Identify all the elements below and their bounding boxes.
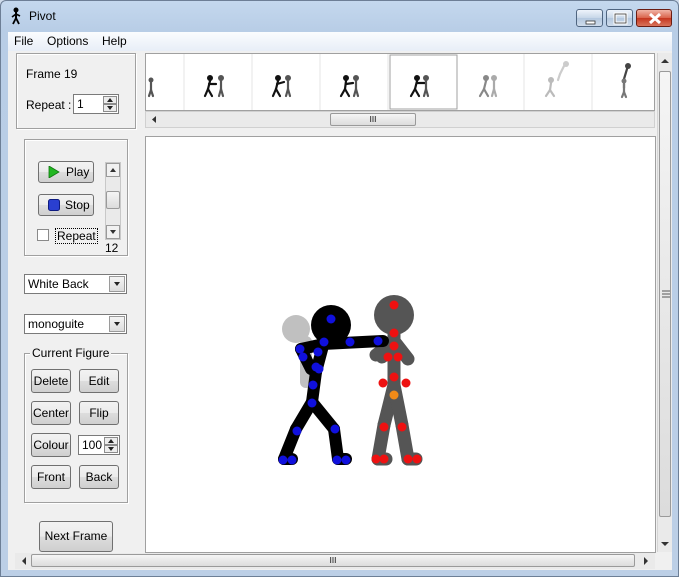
colour-down-button[interactable]: [104, 445, 118, 453]
stop-button[interactable]: Stop: [38, 194, 94, 216]
repeat-label: Repeat :: [26, 98, 72, 112]
thumb-frame-7[interactable]: [544, 61, 569, 98]
pivot-window: Pivot File Options Help Frame 19 Repeat …: [0, 0, 679, 577]
maximize-icon: [613, 12, 628, 25]
background-dropdown-button[interactable]: [109, 276, 125, 292]
frames-timeline: [145, 53, 655, 111]
colour-stepper[interactable]: 100: [78, 435, 120, 455]
delete-button[interactable]: Delete: [31, 369, 71, 393]
arrow-down-icon: [107, 106, 113, 110]
speed-slider[interactable]: [105, 162, 121, 240]
thumb-frame-4[interactable]: [339, 75, 360, 98]
edit-button[interactable]: Edit: [79, 369, 119, 393]
chevron-down-icon: [114, 322, 120, 326]
center-button[interactable]: Center: [31, 401, 71, 425]
thumb-frame-1[interactable]: [147, 77, 155, 98]
maximize-button[interactable]: [606, 9, 633, 27]
arrow-left-icon[interactable]: [148, 112, 160, 127]
frame-info-panel: Frame 19 Repeat : 1: [16, 53, 136, 129]
menu-file[interactable]: File: [14, 34, 33, 48]
background-select-value: White Back: [28, 277, 89, 291]
playback-panel: Play Stop Repeat 12: [24, 139, 128, 256]
stop-label: Stop: [65, 198, 90, 212]
thumb-frame-5-selected[interactable]: [409, 75, 430, 98]
menu-help[interactable]: Help: [102, 34, 127, 48]
stop-icon: [48, 199, 60, 211]
speed-down-button[interactable]: [106, 225, 120, 239]
speed-value: 12: [105, 241, 119, 255]
repeat-down-button[interactable]: [103, 104, 117, 112]
close-button[interactable]: [636, 9, 672, 27]
timeline-scrollbar[interactable]: III: [145, 111, 655, 128]
arrow-down-icon: [108, 447, 114, 451]
window-horizontal-scrollbar[interactable]: III: [15, 553, 655, 569]
repeat-up-button[interactable]: [103, 96, 117, 104]
window-vertical-scrollbar[interactable]: [657, 53, 672, 552]
speed-up-button[interactable]: [106, 163, 120, 177]
colour-up-button[interactable]: [104, 437, 118, 445]
arrow-up-icon[interactable]: [658, 55, 672, 67]
minimize-button[interactable]: [576, 9, 603, 27]
next-frame-button[interactable]: Next Frame: [39, 521, 113, 552]
figure-type-dropdown-button[interactable]: [109, 316, 125, 332]
thumb-frame-3[interactable]: [271, 75, 292, 98]
animation-canvas[interactable]: [145, 136, 656, 553]
window-title: Pivot: [29, 9, 56, 23]
play-button[interactable]: Play: [38, 161, 94, 183]
speed-slider-thumb[interactable]: [106, 191, 120, 209]
flip-button[interactable]: Flip: [79, 401, 119, 425]
vertical-scroll-thumb[interactable]: [659, 71, 671, 517]
repeat-checkbox-label[interactable]: Repeat: [55, 228, 98, 244]
timeline-scroll-thumb[interactable]: III: [330, 113, 416, 126]
repeat-checkbox[interactable]: [37, 229, 49, 241]
menu-options[interactable]: Options: [47, 34, 88, 48]
figure-type-select[interactable]: monoguite: [24, 314, 127, 334]
thumb-frame-2[interactable]: [203, 75, 225, 98]
play-icon: [48, 166, 60, 178]
play-label: Play: [66, 165, 90, 179]
colour-value: 100: [82, 438, 103, 452]
close-icon: [648, 12, 662, 25]
stick-figures-scene: [278, 295, 423, 466]
stickman-app-icon: [11, 7, 21, 25]
back-button[interactable]: Back: [79, 465, 119, 489]
current-figure-label: Current Figure: [30, 346, 112, 360]
arrow-up-icon: [110, 168, 116, 172]
arrow-down-icon: [110, 230, 116, 234]
horizontal-scroll-thumb[interactable]: III: [31, 554, 635, 567]
arrow-left-icon[interactable]: [17, 553, 31, 569]
arrow-up-icon: [108, 439, 114, 443]
arrow-down-icon[interactable]: [658, 538, 672, 550]
thumb-frame-8[interactable]: [620, 63, 632, 99]
frame-thumbnails: [147, 54, 632, 110]
grip-icon: [662, 290, 670, 298]
minimize-icon: [585, 20, 596, 25]
repeat-stepper[interactable]: 1: [73, 94, 119, 114]
arrow-up-icon: [107, 98, 113, 102]
figure-type-select-value: monoguite: [28, 317, 85, 331]
grey-figure-origin-handle[interactable]: [389, 390, 399, 400]
front-button[interactable]: Front: [31, 465, 71, 489]
menu-bar: File Options Help: [8, 32, 672, 51]
colour-button[interactable]: Colour: [31, 433, 71, 457]
frame-number-label: Frame 19: [26, 67, 78, 81]
repeat-value: 1: [77, 97, 84, 111]
arrow-right-icon[interactable]: [639, 553, 653, 569]
background-select[interactable]: White Back: [24, 274, 127, 294]
thumb-frame-6[interactable]: [478, 75, 498, 98]
chevron-down-icon: [114, 282, 120, 286]
client-area: Frame 19 Repeat : 1 Play Stop Repeat 12 …: [8, 51, 672, 570]
title-bar: Pivot: [1, 1, 678, 31]
current-figure-panel: Current Figure Delete Edit Center Flip C…: [24, 346, 128, 503]
